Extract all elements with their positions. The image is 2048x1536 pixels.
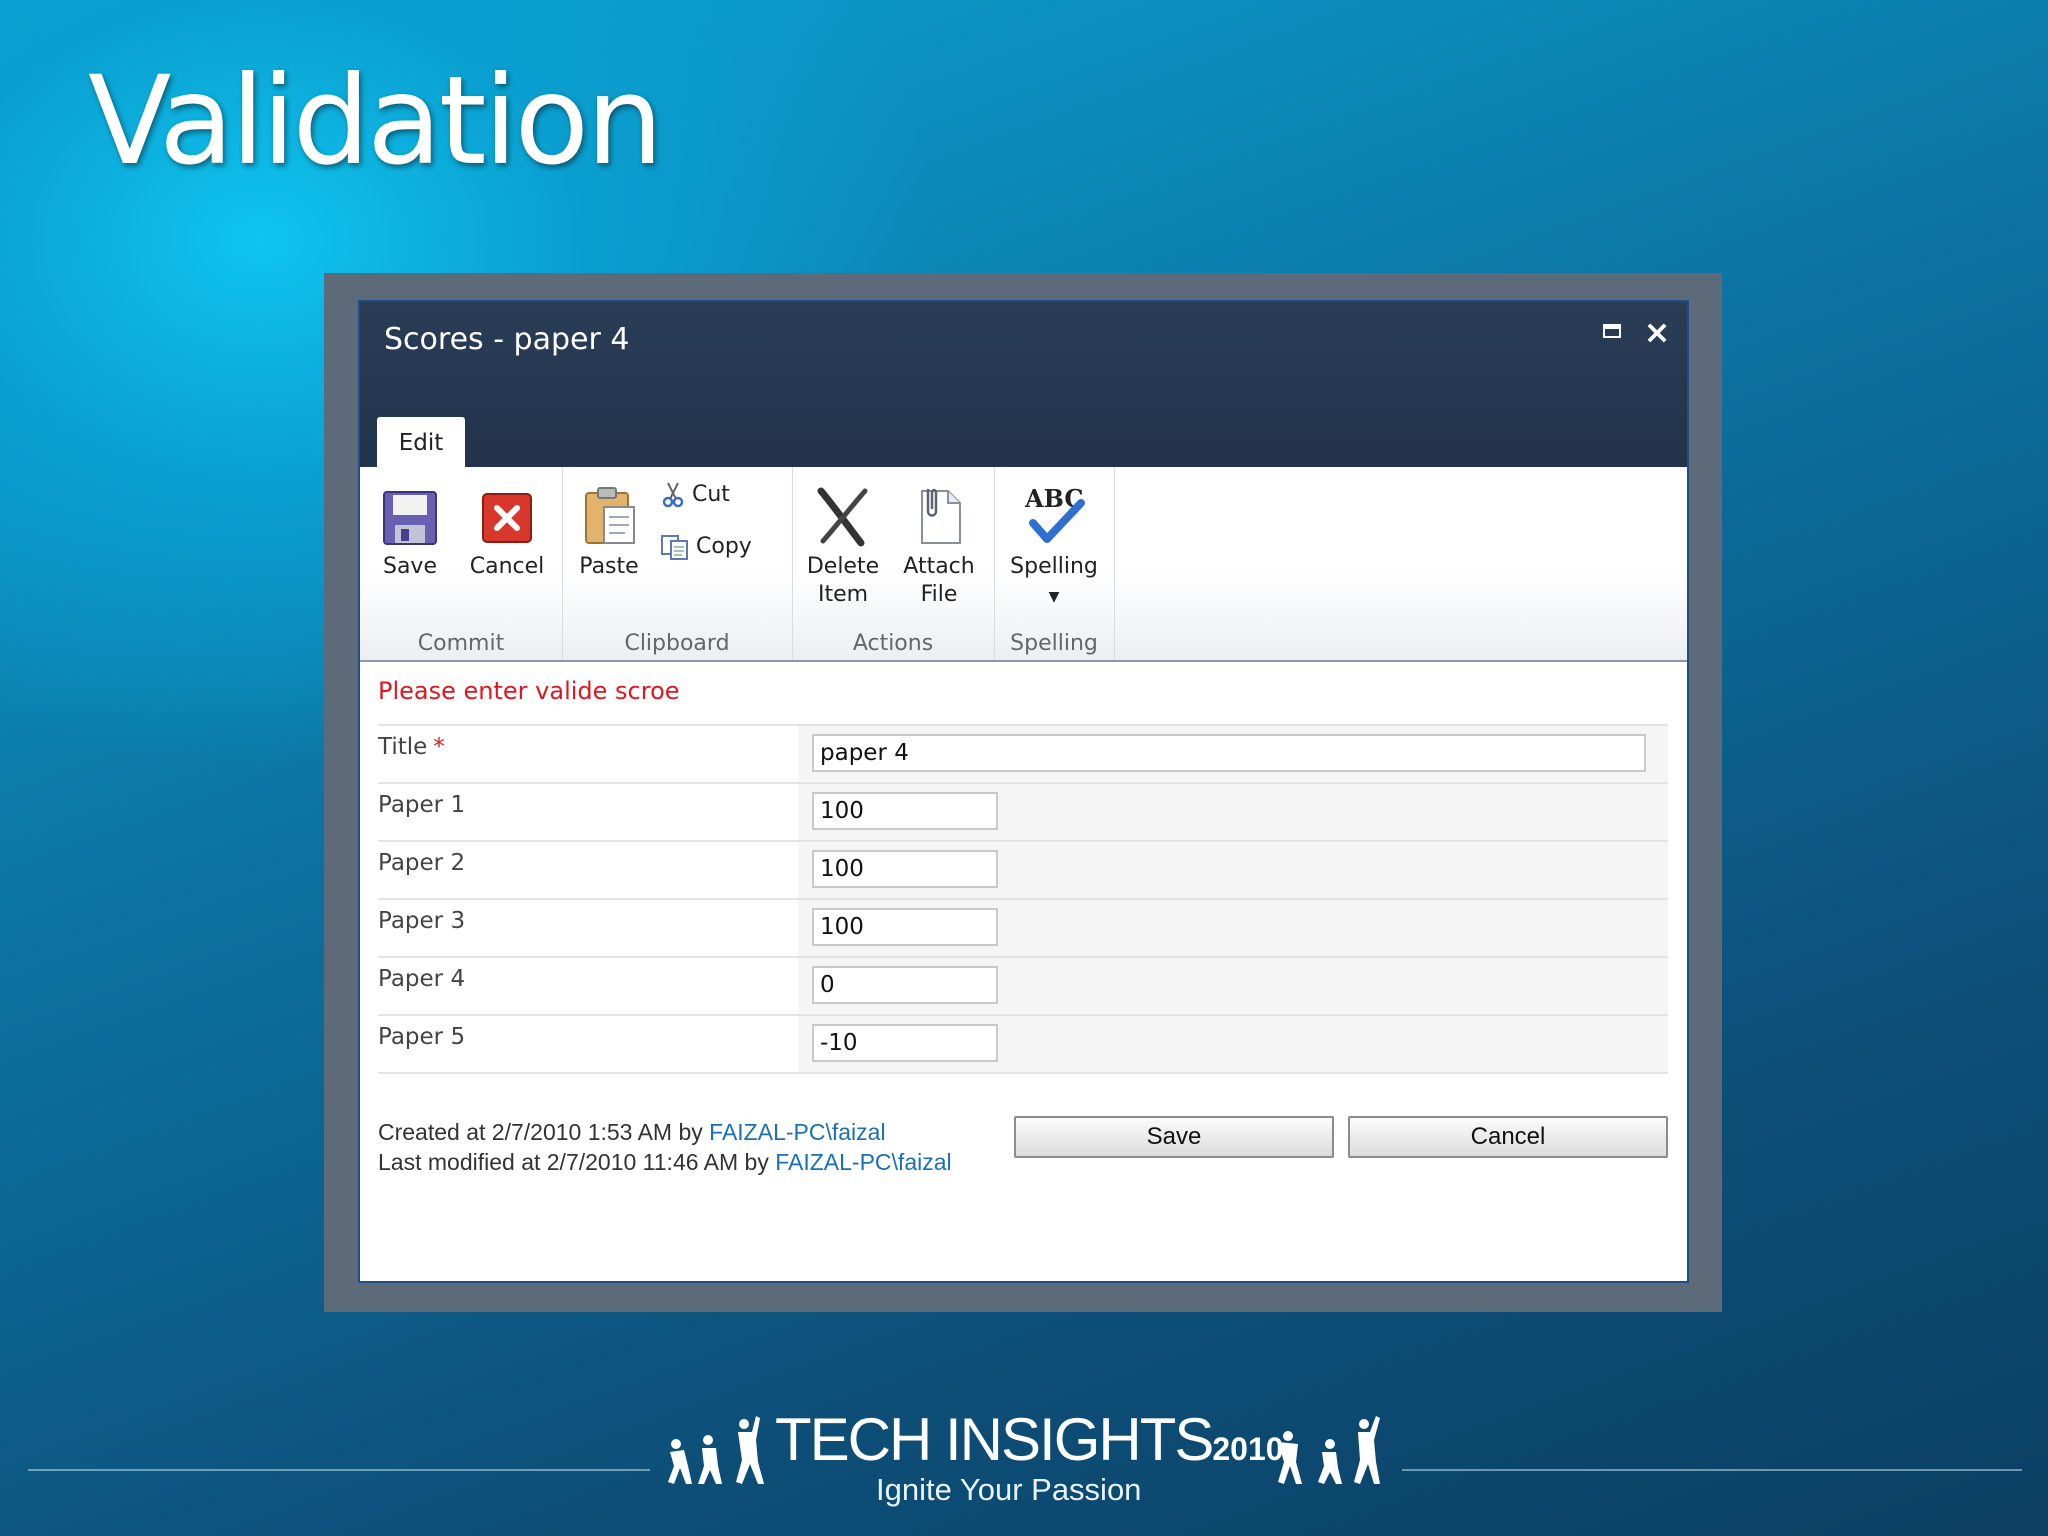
field-value-cell xyxy=(798,784,1668,840)
dropdown-arrow-icon[interactable]: ▼ xyxy=(1049,589,1060,605)
brand-logo-text: TECH INSIGHTS2010 xyxy=(775,1405,1284,1474)
paper-5-input[interactable] xyxy=(812,1024,998,1062)
field-label-text: Title xyxy=(378,734,428,760)
ribbon-delete-label-1: Delete xyxy=(806,554,880,579)
ribbon-group-actions: Delete Item Attach File Actions xyxy=(792,467,995,660)
ribbon-spelling-label: Spelling xyxy=(1010,554,1098,579)
people-figures-left-icon xyxy=(668,1416,764,1484)
ribbon-delete-item-button[interactable]: Delete Item xyxy=(800,485,886,609)
ribbon-paste-button[interactable]: Paste xyxy=(574,485,644,581)
ribbon-cancel-label: Cancel xyxy=(469,554,545,579)
field-value-cell xyxy=(798,958,1668,1014)
field-label: Title * xyxy=(378,726,798,782)
group-label-spelling: Spelling xyxy=(1010,631,1098,656)
dialog-titlebar: Scores - paper 4 × Edit xyxy=(360,302,1687,467)
brand-name: TECH INSIGHTS xyxy=(775,1406,1214,1473)
copy-icon xyxy=(661,535,688,560)
modified-info: Last modified at 2/7/2010 11:46 AM by FA… xyxy=(378,1147,952,1177)
save-icon xyxy=(383,491,437,545)
modified-text: Last modified at 2/7/2010 11:46 AM by xyxy=(378,1149,776,1175)
group-label-actions: Actions xyxy=(852,631,934,656)
form-table: Title* Paper 1 Paper 2 Paper 3 Paper 4 xyxy=(378,724,1668,1074)
delete-x-icon xyxy=(817,487,868,547)
paper-4-input[interactable] xyxy=(812,966,998,1004)
form-row-paper-5: Paper 5 xyxy=(378,1016,1668,1074)
attach-file-icon xyxy=(921,488,961,544)
paper-1-input[interactable] xyxy=(812,792,998,830)
dialog-title: Scores - paper 4 xyxy=(384,322,630,357)
required-marker: * xyxy=(433,734,445,760)
item-metadata: Created at 2/7/2010 1:53 AM by FAIZAL-PC… xyxy=(378,1117,952,1177)
slide-title: Validation xyxy=(88,50,663,192)
form-row-title: Title * xyxy=(378,726,1668,784)
form-row-paper-1: Paper 1 xyxy=(378,784,1668,842)
ribbon-cut-button[interactable]: Cut xyxy=(660,481,730,509)
field-label: Paper 4 xyxy=(378,966,466,992)
group-label-commit: Commit xyxy=(417,631,505,656)
close-icon[interactable]: × xyxy=(1643,316,1671,348)
edit-dialog: Scores - paper 4 × Edit Save Cancel Comm… xyxy=(358,300,1689,1283)
ribbon-attach-label-2: File xyxy=(920,582,958,607)
ribbon-attach-file-button[interactable]: Attach File xyxy=(896,485,982,609)
form-row-paper-2: Paper 2 xyxy=(378,842,1668,900)
validation-error-message: Please enter valide scroe xyxy=(378,677,680,705)
tab-edit[interactable]: Edit xyxy=(377,417,465,467)
field-value-cell xyxy=(798,726,1668,782)
form-cancel-button[interactable]: Cancel xyxy=(1348,1116,1668,1158)
ribbon-copy-label: Copy xyxy=(696,534,752,559)
field-label: Paper 5 xyxy=(378,1024,466,1050)
paper-2-input[interactable] xyxy=(812,850,998,888)
ribbon-delete-label-2: Item xyxy=(817,582,869,607)
spelling-check-icon: ABC xyxy=(1024,485,1085,543)
ribbon-copy-button[interactable]: Copy xyxy=(660,533,752,561)
created-info: Created at 2/7/2010 1:53 AM by FAIZAL-PC… xyxy=(378,1117,952,1147)
field-label: Paper 1 xyxy=(378,792,466,818)
ribbon-cancel-button[interactable]: Cancel xyxy=(462,489,552,581)
ribbon-group-spelling: ABC Spelling ▼ Spelling xyxy=(994,467,1115,660)
title-input[interactable] xyxy=(812,734,1646,772)
ribbon-cut-label: Cut xyxy=(692,482,730,507)
ribbon-spelling-button[interactable]: ABC Spelling ▼ xyxy=(1000,485,1108,611)
paste-icon xyxy=(585,487,635,544)
ribbon-paste-label: Paste xyxy=(579,554,639,579)
people-figures-right-icon xyxy=(1278,1416,1380,1484)
cancel-icon xyxy=(482,493,532,543)
field-value-cell xyxy=(798,1016,1668,1072)
scissors-icon xyxy=(662,482,684,508)
created-by-link[interactable]: FAIZAL-PC\faizal xyxy=(709,1119,885,1145)
footer-divider-right xyxy=(1402,1469,2022,1471)
group-label-clipboard: Clipboard xyxy=(624,631,730,656)
brand-tagline: Ignite Your Passion xyxy=(876,1472,1142,1507)
ribbon-group-clipboard: Paste Cut Copy Clipboard xyxy=(562,467,793,660)
modified-by-link[interactable]: FAIZAL-PC\faizal xyxy=(775,1149,951,1175)
ribbon-save-label: Save xyxy=(382,554,437,579)
field-label: Paper 3 xyxy=(378,908,466,934)
form-row-paper-4: Paper 4 xyxy=(378,958,1668,1016)
ribbon-attach-label-1: Attach xyxy=(903,554,975,579)
field-label: Paper 2 xyxy=(378,850,466,876)
paper-3-input[interactable] xyxy=(812,908,998,946)
ribbon-group-commit: Save Cancel Commit xyxy=(360,467,563,660)
field-value-cell xyxy=(798,842,1668,898)
field-value-cell xyxy=(798,900,1668,956)
ribbon-save-button[interactable]: Save xyxy=(370,489,450,581)
maximize-icon[interactable] xyxy=(1599,318,1627,346)
footer-divider-left xyxy=(28,1469,650,1471)
form-row-paper-3: Paper 3 xyxy=(378,900,1668,958)
created-text: Created at 2/7/2010 1:53 AM by xyxy=(378,1119,710,1145)
ribbon: Save Cancel Commit Paste Cut Copy Clipbo… xyxy=(360,467,1687,662)
form-save-button[interactable]: Save xyxy=(1014,1116,1334,1158)
